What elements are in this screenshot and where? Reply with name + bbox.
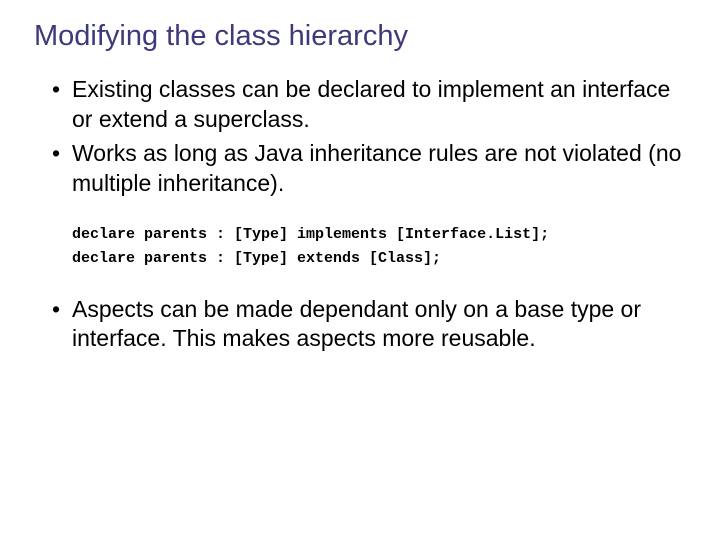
code-block: declare parents : [Type] implements [Int… xyxy=(72,223,690,271)
bullet-list-top: Existing classes can be declared to impl… xyxy=(30,75,690,199)
code-line: declare parents : [Type] implements [Int… xyxy=(72,226,549,243)
bullet-item: Works as long as Java inheritance rules … xyxy=(52,139,690,199)
slide-title: Modifying the class hierarchy xyxy=(34,20,690,53)
bullet-item: Existing classes can be declared to impl… xyxy=(52,75,690,135)
bullet-item: Aspects can be made dependant only on a … xyxy=(52,295,690,355)
code-line: declare parents : [Type] extends [Class]… xyxy=(72,250,441,267)
bullet-list-bottom: Aspects can be made dependant only on a … xyxy=(30,295,690,355)
